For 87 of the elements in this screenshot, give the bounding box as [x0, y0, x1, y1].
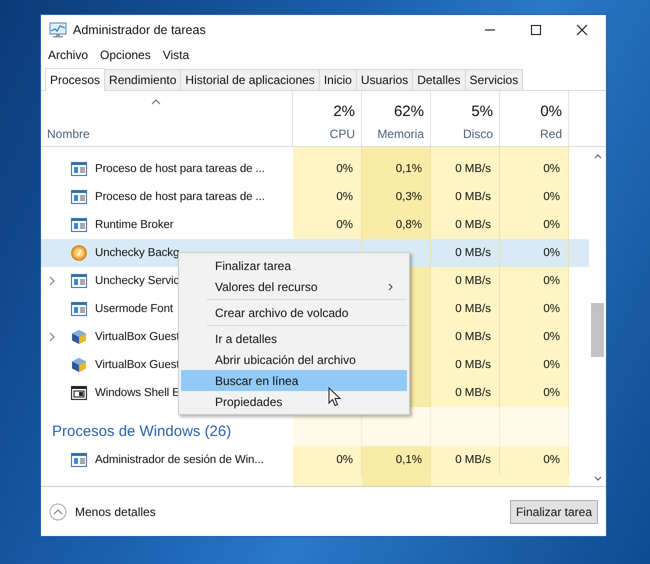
- scroll-up-icon[interactable]: [594, 154, 602, 160]
- window-icon: [71, 274, 87, 288]
- window-icon: [71, 190, 87, 204]
- process-name[interactable]: Unchecky Backg: [95, 247, 180, 260]
- table-cell: 0%: [293, 446, 362, 474]
- window-icon: [71, 302, 87, 316]
- cursor-icon: [328, 387, 342, 407]
- table-cell: 0,3%: [362, 183, 431, 212]
- tab[interactable]: Historial de aplicaciones: [180, 69, 320, 90]
- process-name[interactable]: Usermode Font: [95, 303, 173, 316]
- tab[interactable]: Usuarios: [356, 69, 414, 90]
- submenu-chevron-icon: [388, 282, 393, 290]
- close-icon[interactable]: [576, 24, 588, 36]
- tab[interactable]: Servicios: [464, 69, 524, 90]
- table-cell: 0 MB/s: [431, 351, 500, 380]
- column-header[interactable]: 5% Disco: [431, 91, 500, 146]
- disc-icon: [71, 245, 87, 262]
- window-icon: [71, 218, 87, 232]
- expand-chevron-icon[interactable]: [49, 276, 55, 286]
- process-name[interactable]: Proceso de host para tareas de ...: [95, 191, 265, 204]
- table-cell: 0%: [293, 183, 362, 212]
- maximize-icon[interactable]: [530, 24, 542, 36]
- scroll-thumb[interactable]: [591, 303, 604, 358]
- table-cell: 0%: [500, 323, 569, 352]
- table-cell: [362, 147, 431, 156]
- scroll-down-icon[interactable]: [594, 476, 602, 481]
- window-icon: [71, 386, 87, 400]
- process-name[interactable]: Unchecky Servic: [95, 275, 180, 288]
- process-name[interactable]: Runtime Broker: [95, 219, 174, 232]
- tab[interactable]: Detalles: [412, 69, 466, 90]
- cube-icon: [71, 357, 87, 374]
- table-cell: 0%: [500, 267, 569, 296]
- column-header[interactable]: 0% Red: [500, 91, 569, 146]
- table-cell: 0 MB/s: [431, 295, 500, 324]
- group-title[interactable]: Procesos de Windows (26): [52, 423, 232, 440]
- table-cell: 0 MB/s: [431, 211, 500, 240]
- sort-chevron-icon: [151, 99, 161, 105]
- table-cell: 0%: [500, 351, 569, 380]
- window-title: Administrador de tareas: [73, 23, 206, 37]
- table-cell: 0%: [500, 379, 569, 408]
- window-icon: [71, 453, 87, 468]
- menu-item[interactable]: Buscar en línea: [181, 370, 407, 391]
- table-cell: [500, 147, 569, 156]
- table-cell: 0%: [500, 211, 569, 240]
- table-cell: 0,1%: [362, 155, 431, 184]
- process-name[interactable]: Administrador de sesión de Win...: [95, 454, 264, 466]
- column-header[interactable]: Nombre: [41, 91, 293, 146]
- tab[interactable]: Inicio: [318, 69, 357, 90]
- column-header[interactable]: 2% CPU: [293, 91, 362, 146]
- table-cell: 0%: [500, 183, 569, 212]
- fewer-details-link[interactable]: Menos detalles: [49, 502, 156, 520]
- table-cell: [431, 407, 500, 446]
- tab[interactable]: Rendimiento: [104, 69, 182, 90]
- table-cell: 0%: [293, 211, 362, 240]
- menu-item[interactable]: Abrir ubicación del archivo: [181, 349, 407, 370]
- table-cell: 0%: [500, 446, 569, 474]
- table-cell: 0,1%: [362, 446, 431, 474]
- table-cell: 0%: [500, 295, 569, 324]
- table-cell: 0 MB/s: [431, 267, 500, 296]
- menu-item[interactable]: Archivo: [48, 48, 88, 62]
- table-cell: [293, 147, 362, 156]
- monitor-icon: [49, 22, 67, 38]
- table-cell: 0,8%: [362, 211, 431, 240]
- menu-item[interactable]: Propiedades: [181, 391, 407, 412]
- table-cell: 0 MB/s: [431, 155, 500, 184]
- column-header[interactable]: 62% Memoria: [362, 91, 431, 146]
- collapse-circle-icon: [49, 502, 67, 520]
- tab[interactable]: Procesos: [45, 68, 106, 91]
- window-icon: [71, 162, 87, 176]
- menu-item[interactable]: Opciones: [100, 48, 151, 62]
- table-cell: 0 MB/s: [431, 183, 500, 212]
- table-cell: [431, 147, 500, 156]
- cube-icon: [71, 329, 87, 346]
- menu-item[interactable]: Crear archivo de volcado: [181, 302, 407, 323]
- end-task-button[interactable]: Finalizar tarea: [510, 500, 598, 524]
- table-cell: 0%: [293, 155, 362, 184]
- menu-item[interactable]: Valores del recurso: [181, 276, 407, 297]
- table-cell: 0 MB/s: [431, 323, 500, 352]
- expand-chevron-icon[interactable]: [49, 332, 55, 342]
- menu-item[interactable]: Finalizar tarea: [181, 255, 407, 276]
- table-cell: 0 MB/s: [431, 379, 500, 408]
- table-cell: 0 MB/s: [431, 446, 500, 474]
- menu-item[interactable]: Ir a detalles: [181, 328, 407, 349]
- menu-item[interactable]: Vista: [162, 48, 190, 62]
- table-cell: 0%: [500, 155, 569, 184]
- process-name[interactable]: Proceso de host para tareas de ...: [95, 163, 265, 176]
- table-cell: [500, 407, 569, 446]
